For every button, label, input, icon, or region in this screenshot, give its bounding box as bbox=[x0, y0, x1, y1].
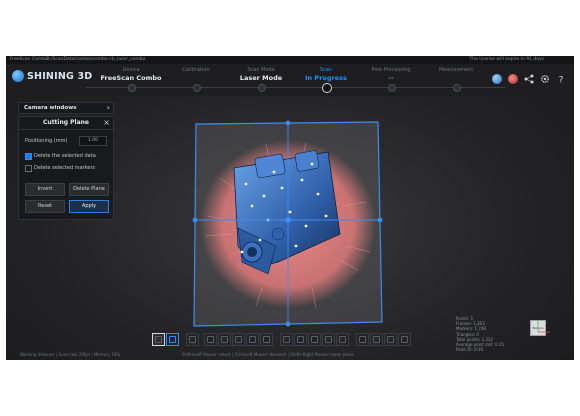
tool-button[interactable] bbox=[294, 333, 307, 346]
delete-data-label: Delete the selected data bbox=[34, 153, 96, 159]
cutting-plane-panel: Cutting Plane × Positioning (mm) 1.00 De… bbox=[18, 116, 114, 220]
delete-markers-label: Delete selected markers bbox=[34, 165, 96, 171]
scan-statistics: Points: 1 Frames: 1,263 Markers: 1,748 T… bbox=[456, 316, 504, 352]
tool-button[interactable] bbox=[356, 333, 369, 346]
camera-windows-label: Camera windows bbox=[24, 104, 77, 111]
positioning-label: Positioning (mm) bbox=[25, 138, 68, 144]
app-window: FreeScan Combo D:/ScanData/combo/combo-c… bbox=[6, 56, 574, 360]
grid-icon bbox=[189, 336, 196, 343]
bottom-toolbar bbox=[152, 332, 428, 346]
plane-handle-top bbox=[285, 120, 291, 126]
delete-data-checkbox[interactable] bbox=[25, 153, 32, 160]
brush-icon bbox=[235, 336, 242, 343]
tool-button[interactable] bbox=[308, 333, 321, 346]
connect-icon bbox=[311, 336, 318, 343]
tool-button[interactable] bbox=[204, 333, 217, 346]
close-icon bbox=[401, 336, 408, 343]
tool-button[interactable] bbox=[336, 333, 349, 346]
filter-icon bbox=[339, 336, 346, 343]
invert-icon bbox=[325, 336, 332, 343]
close-icon[interactable]: × bbox=[103, 117, 110, 129]
stat-line: Point ID: 0.16 bbox=[456, 347, 483, 353]
apply-button[interactable]: Apply bbox=[69, 200, 109, 213]
invert-button[interactable]: Invert bbox=[25, 183, 65, 196]
plus-icon bbox=[297, 336, 304, 343]
delete-plane-button[interactable]: Delete Plane bbox=[69, 183, 109, 196]
select-tool-button[interactable] bbox=[152, 333, 165, 346]
camera-windows-panel[interactable]: Camera windows › bbox=[18, 102, 114, 114]
select-icon bbox=[155, 336, 162, 343]
minus-icon bbox=[283, 336, 290, 343]
pen-icon bbox=[263, 336, 270, 343]
tool-button[interactable] bbox=[246, 333, 259, 346]
plane-handle-bottom bbox=[285, 321, 291, 327]
cutting-plane-title: Cutting Plane bbox=[19, 117, 113, 130]
status-bar-hint: Shift+Left Mouse: select | Ctrl+Left Mou… bbox=[182, 352, 354, 357]
positioning-input[interactable]: 1.00 bbox=[79, 136, 107, 146]
tool-button[interactable] bbox=[218, 333, 231, 346]
reset-button[interactable]: Reset bbox=[25, 200, 65, 213]
tool-button[interactable] bbox=[370, 333, 383, 346]
tool-button[interactable] bbox=[260, 333, 273, 346]
status-bar-left: Working distance | Scan rate 20fps | Mem… bbox=[20, 352, 121, 357]
plane-handle-left bbox=[192, 217, 198, 223]
cutting-plane-tool-button[interactable] bbox=[166, 333, 179, 346]
tool-button[interactable] bbox=[232, 333, 245, 346]
tool-button[interactable] bbox=[398, 333, 411, 346]
line-icon bbox=[249, 336, 256, 343]
delete-icon bbox=[387, 336, 394, 343]
tool-button[interactable] bbox=[280, 333, 293, 346]
axis-gizmo-icon bbox=[537, 320, 550, 333]
chevron-right-icon[interactable]: › bbox=[107, 103, 110, 112]
redo-icon bbox=[373, 336, 380, 343]
delete-markers-checkbox[interactable] bbox=[25, 165, 32, 172]
rect-select-icon bbox=[207, 336, 214, 343]
plane-icon bbox=[169, 336, 176, 343]
tool-button[interactable] bbox=[322, 333, 335, 346]
lasso-icon bbox=[221, 336, 228, 343]
tool-button[interactable] bbox=[384, 333, 397, 346]
plane-handle-center bbox=[285, 217, 291, 223]
tool-button[interactable] bbox=[186, 333, 199, 346]
undo-icon bbox=[359, 336, 366, 343]
plane-handle-right bbox=[377, 217, 383, 223]
